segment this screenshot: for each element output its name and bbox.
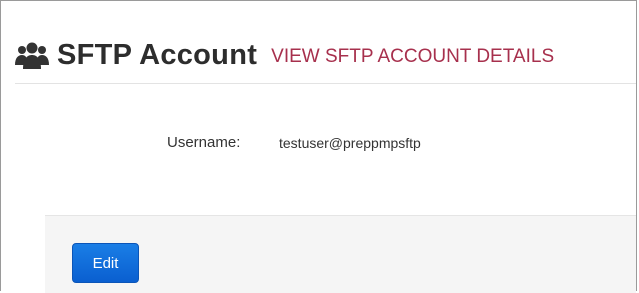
header-divider (15, 83, 636, 84)
username-label: Username: (167, 134, 241, 151)
form-actions-panel: Edit (45, 215, 636, 293)
page-frame: SFTP Account VIEW SFTP ACCOUNT DETAILS U… (0, 0, 637, 293)
username-value: testuser@preppmpsftp (279, 134, 421, 151)
users-icon (15, 41, 49, 69)
edit-button[interactable]: Edit (72, 243, 139, 283)
username-row: Username: testuser@preppmpsftp (167, 134, 421, 151)
page-subtitle: VIEW SFTP ACCOUNT DETAILS (271, 46, 555, 67)
page-header: SFTP Account VIEW SFTP ACCOUNT DETAILS (15, 34, 554, 76)
page-title: SFTP Account (57, 38, 258, 71)
